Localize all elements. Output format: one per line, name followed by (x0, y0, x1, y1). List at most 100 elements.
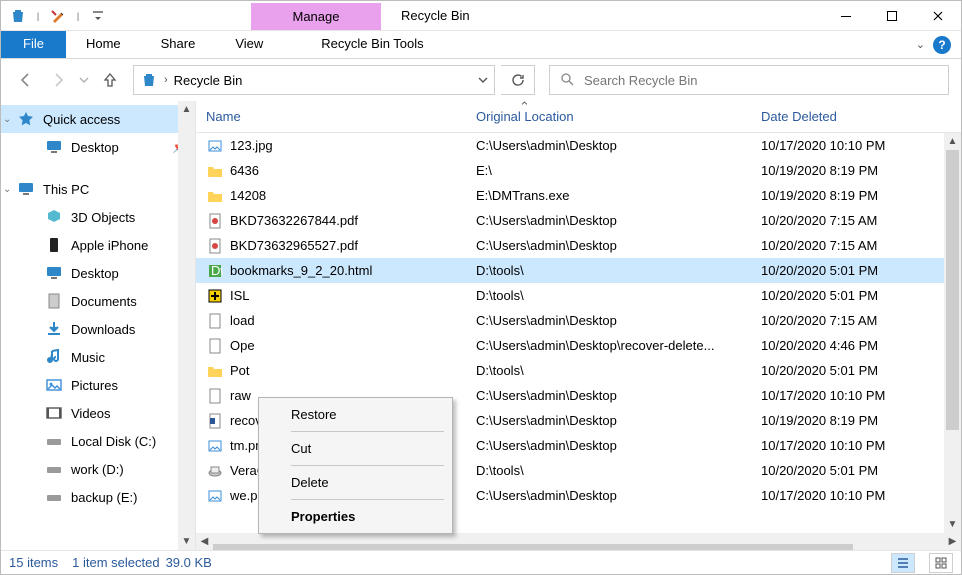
nav-up-button[interactable] (97, 67, 123, 93)
chevron-down-icon[interactable]: ⌄ (3, 114, 11, 125)
file-original-location: C:\Users\admin\Desktop (466, 313, 751, 328)
sidebar-item-label: backup (E:) (71, 490, 137, 505)
view-details-button[interactable] (891, 553, 915, 573)
column-headers: Name Original Location Date Deleted ⌃ (196, 101, 961, 133)
breadcrumb-location[interactable]: Recycle Bin (174, 73, 243, 88)
tab-view[interactable]: View (215, 31, 283, 58)
refresh-button[interactable] (501, 65, 535, 95)
context-menu-cut[interactable]: Cut (259, 434, 452, 463)
scroll-left-icon[interactable]: ◀ (196, 536, 213, 547)
file-original-location: C:\Users\admin\Desktop (466, 488, 751, 503)
sidebar-item-label: Apple iPhone (71, 238, 148, 253)
this-pc-icon (17, 180, 35, 198)
context-menu-restore[interactable]: Restore (259, 400, 452, 429)
sidebar-item-videos[interactable]: Videos (1, 399, 195, 427)
nav-recent-dropdown[interactable] (77, 67, 91, 93)
qat-properties-icon[interactable] (45, 4, 71, 28)
scroll-thumb[interactable] (946, 150, 959, 430)
ribbon-collapse-icon[interactable]: ⌄ (916, 38, 925, 51)
tab-file[interactable]: File (1, 31, 66, 58)
horizontal-scrollbar[interactable]: ◀ ▶ (196, 533, 961, 550)
scroll-right-icon[interactable]: ▶ (944, 536, 961, 547)
help-icon[interactable]: ? (933, 36, 951, 54)
sidebar-item-label: Quick access (43, 112, 120, 127)
table-row[interactable]: BKD73632965527.pdfC:\Users\admin\Desktop… (196, 233, 961, 258)
search-box[interactable] (549, 65, 949, 95)
address-bar[interactable]: › Recycle Bin (133, 65, 495, 95)
table-row[interactable]: OpeC:\Users\admin\Desktop\recover-delete… (196, 333, 961, 358)
scroll-track[interactable] (178, 118, 195, 533)
view-large-icons-button[interactable] (929, 553, 953, 573)
sidebar-item-label: Desktop (71, 140, 119, 155)
tab-share[interactable]: Share (141, 31, 216, 58)
drive-icon (45, 488, 63, 506)
sidebar-item-desktop[interactable]: Desktop (1, 259, 195, 287)
table-row[interactable]: 123.jpgC:\Users\admin\Desktop10/17/2020 … (196, 133, 961, 158)
address-dropdown-icon[interactable] (478, 73, 488, 88)
table-row[interactable]: Dwbookmarks_9_2_20.htmlD:\tools\10/20/20… (196, 258, 961, 283)
file-original-location: D:\tools\ (466, 288, 751, 303)
column-header-original-location[interactable]: Original Location (466, 109, 751, 124)
table-row[interactable]: BKD73632267844.pdfC:\Users\admin\Desktop… (196, 208, 961, 233)
minimize-button[interactable] (823, 1, 869, 31)
maximize-button[interactable] (869, 1, 915, 31)
file-date-deleted: 10/20/2020 4:46 PM (751, 338, 961, 353)
qat-recycle-icon[interactable] (5, 4, 31, 28)
file-name: raw (230, 388, 251, 403)
table-row[interactable]: 14208E:\DMTrans.exe10/19/2020 8:19 PM (196, 183, 961, 208)
nav-back-button[interactable] (13, 67, 39, 93)
chevron-down-icon[interactable]: ⌄ (3, 184, 11, 195)
table-row[interactable]: PotD:\tools\10/20/2020 5:01 PM (196, 358, 961, 383)
sidebar-item-pictures[interactable]: Pictures (1, 371, 195, 399)
context-menu-delete[interactable]: Delete (259, 468, 452, 497)
breadcrumb-arrow-icon[interactable]: › (164, 74, 168, 86)
file-name: BKD73632267844.pdf (230, 213, 358, 228)
file-icon (206, 412, 224, 430)
sidebar-item-downloads[interactable]: Downloads (1, 315, 195, 343)
column-header-date-deleted[interactable]: Date Deleted (751, 109, 961, 124)
window-controls (823, 1, 961, 30)
vertical-scrollbar[interactable]: ▲ ▼ (944, 133, 961, 533)
context-menu-properties[interactable]: Properties (259, 502, 452, 531)
file-icon (206, 437, 224, 455)
nav-forward-button[interactable] (45, 67, 71, 93)
sidebar-item-backup-e[interactable]: backup (E:) (1, 483, 195, 511)
file-icon (206, 487, 224, 505)
file-icon (206, 237, 224, 255)
sort-indicator-icon: ⌃ (519, 101, 530, 115)
sidebar-item-apple-iphone[interactable]: Apple iPhone (1, 231, 195, 259)
tab-home[interactable]: Home (66, 31, 141, 58)
sidebar-scrollbar[interactable]: ▲ ▼ (178, 101, 195, 550)
star-icon (17, 110, 35, 128)
scroll-up-icon[interactable]: ▲ (944, 133, 961, 150)
scroll-thumb[interactable] (213, 544, 853, 551)
downloads-icon (45, 320, 63, 338)
sidebar-item-work-d[interactable]: work (D:) (1, 455, 195, 483)
table-row[interactable]: loadC:\Users\admin\Desktop10/20/2020 7:1… (196, 308, 961, 333)
sidebar-item-3d-objects[interactable]: 3D Objects (1, 203, 195, 231)
status-selection-size: 39.0 KB (166, 555, 212, 570)
column-header-name[interactable]: Name (196, 109, 466, 124)
table-row[interactable]: ISLD:\tools\10/20/2020 5:01 PM (196, 283, 961, 308)
sidebar-item-documents[interactable]: Documents (1, 287, 195, 315)
table-row[interactable]: 6436E:\10/19/2020 8:19 PM (196, 158, 961, 183)
file-date-deleted: 10/17/2020 10:10 PM (751, 138, 961, 153)
file-icon (206, 162, 224, 180)
qat-divider: | (33, 4, 43, 28)
sidebar-item-quick-access[interactable]: ⌄ Quick access (1, 105, 195, 133)
sidebar-item-label: Music (71, 350, 105, 365)
documents-icon (45, 292, 63, 310)
close-button[interactable] (915, 1, 961, 31)
sidebar-item-this-pc[interactable]: ⌄ This PC (1, 175, 195, 203)
scroll-up-icon[interactable]: ▲ (178, 101, 195, 118)
tab-recycle-bin-tools[interactable]: Recycle Bin Tools (303, 31, 441, 58)
sidebar-item-desktop-quick[interactable]: Desktop 📌 (1, 133, 195, 161)
sidebar-item-local-disk-c[interactable]: Local Disk (C:) (1, 427, 195, 455)
scroll-down-icon[interactable]: ▼ (178, 533, 195, 550)
qat-dropdown-icon[interactable] (85, 4, 111, 28)
scroll-down-icon[interactable]: ▼ (944, 516, 961, 533)
search-input[interactable] (584, 73, 938, 88)
navigation-pane[interactable]: ⌄ Quick access Desktop 📌 ⌄ This PC 3D Ob… (1, 101, 196, 550)
file-original-location: C:\Users\admin\Desktop (466, 138, 751, 153)
sidebar-item-music[interactable]: Music (1, 343, 195, 371)
